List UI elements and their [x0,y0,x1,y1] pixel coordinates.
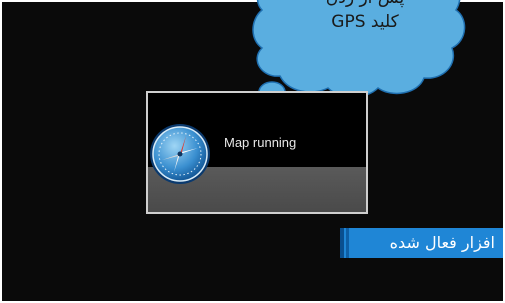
caption-accent-bar-2 [346,228,349,258]
bubble-line-1: پس از زدن [270,0,460,10]
popup-status-label: Map running [224,135,297,150]
bubble-text: پس از زدن کلید GPS [270,0,460,34]
compass-icon [150,124,210,184]
bubble-line-2: کلید GPS [331,12,399,32]
caption-bar: افزار فعال شده [340,228,503,258]
caption-accent-bar [340,228,344,258]
caption-text: افزار فعال شده [389,233,495,252]
